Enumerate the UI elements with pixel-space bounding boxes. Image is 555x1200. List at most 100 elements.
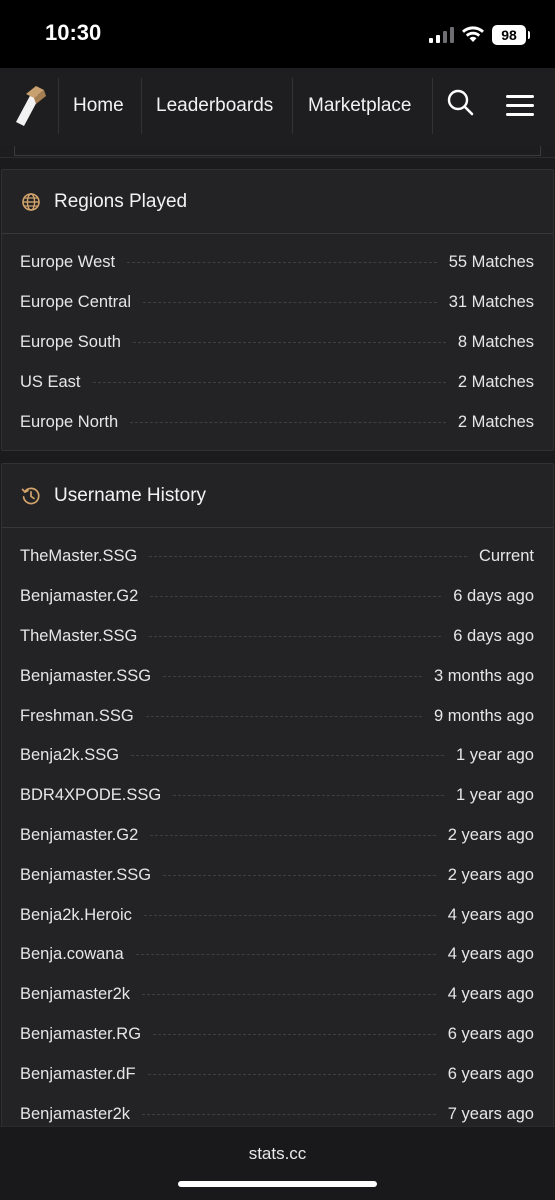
- dotted-leader: [150, 596, 442, 598]
- dotted-leader: [163, 675, 423, 677]
- regions-list: Europe West 55 Matches Europe Central 31…: [2, 234, 553, 442]
- username-time: 3 months ago: [434, 666, 534, 685]
- dotted-leader: [135, 954, 436, 956]
- username-time: 9 months ago: [434, 706, 534, 725]
- list-item: Benjamaster.SSG 3 months ago: [2, 656, 553, 696]
- username-history-card: Username History TheMaster.SSG Current B…: [1, 463, 554, 1143]
- username-time: 4 years ago: [447, 945, 534, 964]
- username-time: 2 years ago: [447, 825, 534, 844]
- region-matches: 8 Matches: [457, 332, 534, 351]
- username: Benjamaster2k: [20, 985, 131, 1004]
- browser-url-bar[interactable]: stats.cc: [0, 1126, 555, 1200]
- dotted-leader: [142, 302, 437, 304]
- list-item: Benjamaster.dF 6 years ago: [2, 1054, 553, 1094]
- hamburger-menu-icon[interactable]: [506, 95, 534, 117]
- dotted-leader: [127, 262, 437, 264]
- dotted-leader: [131, 755, 445, 757]
- username-time: 7 years ago: [447, 1104, 534, 1123]
- username: BDR4XPODE.SSG: [20, 786, 162, 805]
- username: TheMaster.SSG: [20, 626, 138, 645]
- nav-divider: [58, 78, 59, 134]
- url-text[interactable]: stats.cc: [0, 1144, 555, 1164]
- list-item: Benja.cowana 4 years ago: [2, 935, 553, 975]
- logo-icon[interactable]: [12, 84, 48, 128]
- username-time: 1 year ago: [456, 746, 534, 765]
- username-time: 1 year ago: [456, 786, 534, 805]
- list-item: Europe North 2 Matches: [2, 402, 553, 442]
- previous-card-edge: [0, 146, 555, 158]
- history-icon: [21, 487, 40, 505]
- region-name: Europe North: [20, 412, 119, 431]
- region-matches: 31 Matches: [448, 293, 534, 312]
- username: Benjamaster.G2: [20, 587, 139, 606]
- globe-icon: [22, 193, 40, 211]
- list-item: Benjamaster.SSG 2 years ago: [2, 855, 553, 895]
- region-matches: 2 Matches: [457, 372, 534, 391]
- dotted-leader: [143, 914, 436, 916]
- username-time: 6 years ago: [447, 1064, 534, 1083]
- top-navbar: Home Leaderboards Marketplace: [0, 68, 555, 146]
- dotted-leader: [132, 341, 446, 343]
- status-bar: 10:30 98: [0, 0, 555, 68]
- list-item: US East 2 Matches: [2, 362, 553, 402]
- nav-divider: [141, 78, 142, 134]
- region-name: Europe Central: [20, 293, 131, 312]
- home-indicator[interactable]: [178, 1181, 377, 1187]
- username-time: 4 years ago: [447, 905, 534, 924]
- list-item: Benjamaster.RG 6 years ago: [2, 1015, 553, 1055]
- list-item: Europe Central 31 Matches: [2, 283, 553, 323]
- nav-home-link[interactable]: Home: [73, 68, 124, 144]
- list-item: Benjamaster.G2 2 years ago: [2, 816, 553, 856]
- regions-played-card: Regions Played Europe West 55 Matches Eu…: [1, 169, 554, 451]
- list-item: TheMaster.SSG Current: [2, 537, 553, 577]
- username: Benjamaster.RG: [20, 1024, 142, 1043]
- list-item: Europe West 55 Matches: [2, 243, 553, 283]
- dotted-leader: [149, 556, 467, 558]
- username: Benjamaster.SSG: [20, 666, 152, 685]
- list-item: Benjamaster2k 4 years ago: [2, 975, 553, 1015]
- username: Benjamaster.SSG: [20, 865, 152, 884]
- dotted-leader: [142, 994, 436, 996]
- regions-played-header: Regions Played: [2, 170, 553, 234]
- username: Benja2k.SSG: [20, 746, 120, 765]
- dotted-leader: [130, 421, 446, 423]
- dotted-leader: [147, 1073, 436, 1075]
- nav-marketplace-link[interactable]: Marketplace: [308, 68, 412, 144]
- region-name: Europe South: [20, 332, 121, 351]
- list-item: Benjamaster.G2 6 days ago: [2, 577, 553, 617]
- dotted-leader: [142, 1113, 436, 1115]
- username: Freshman.SSG: [20, 706, 134, 725]
- username-time: 6 years ago: [447, 1024, 534, 1043]
- dotted-leader: [163, 874, 436, 876]
- dotted-leader: [145, 715, 423, 717]
- list-item: TheMaster.SSG 6 days ago: [2, 617, 553, 657]
- wifi-icon: [462, 26, 484, 42]
- nav-divider: [432, 78, 433, 134]
- username-time: 2 years ago: [447, 865, 534, 884]
- username-time: 4 years ago: [447, 985, 534, 1004]
- dotted-leader: [173, 795, 445, 797]
- dotted-leader: [153, 1033, 436, 1035]
- region-name: Europe West: [20, 253, 116, 272]
- username: TheMaster.SSG: [20, 547, 138, 566]
- regions-played-title: Regions Played: [54, 191, 188, 212]
- username: Benjamaster.G2: [20, 825, 139, 844]
- dotted-leader: [150, 834, 436, 836]
- username-history-list: TheMaster.SSG Current Benjamaster.G2 6 d…: [2, 528, 553, 1134]
- dotted-leader: [92, 381, 446, 383]
- username-time: 6 days ago: [453, 587, 534, 606]
- list-item: Benja2k.Heroic 4 years ago: [2, 895, 553, 935]
- nav-leaderboards-link[interactable]: Leaderboards: [156, 68, 273, 144]
- username-history-title: Username History: [54, 485, 207, 506]
- list-item: Freshman.SSG 9 months ago: [2, 696, 553, 736]
- region-name: US East: [20, 372, 81, 391]
- search-icon[interactable]: [446, 88, 476, 118]
- battery-icon: 98: [492, 25, 530, 45]
- nav-divider: [292, 78, 293, 134]
- list-item: BDR4XPODE.SSG 1 year ago: [2, 776, 553, 816]
- cellular-signal-icon: [429, 27, 454, 43]
- username: Benjamaster2k: [20, 1104, 131, 1123]
- username-history-header: Username History: [2, 464, 553, 528]
- username: Benja2k.Heroic: [20, 905, 132, 924]
- status-time: 10:30: [45, 20, 102, 45]
